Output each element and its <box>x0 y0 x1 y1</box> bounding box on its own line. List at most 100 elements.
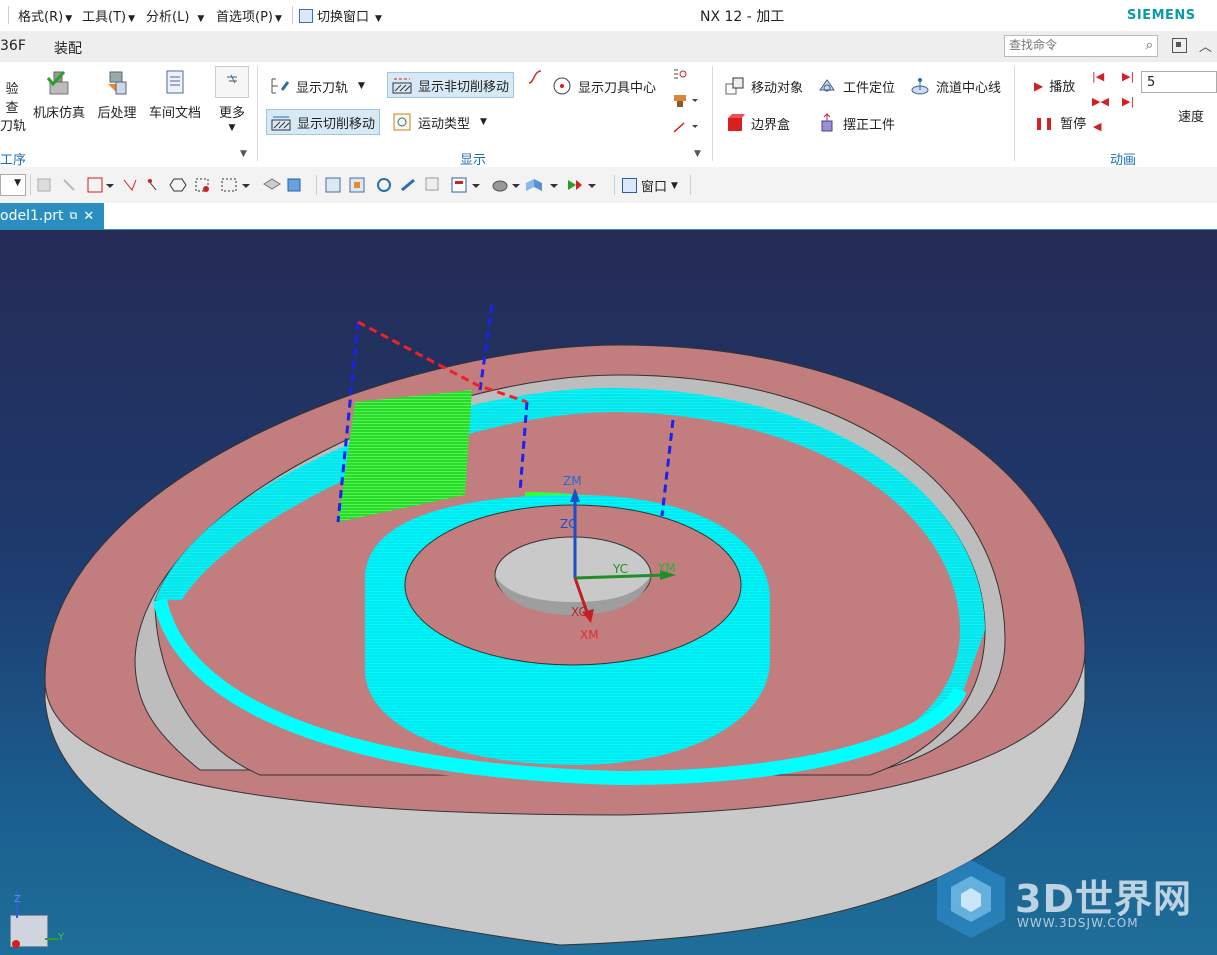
axis-label-ym: YM <box>658 561 676 575</box>
align-workpiece-button[interactable]: 摆正工件 <box>817 113 895 133</box>
bounding-box-label: 边界盒 <box>751 117 791 133</box>
group-label-operation: 工序 <box>0 153 27 168</box>
menu-switch-window[interactable]: 切换窗口 ▼ <box>299 6 382 25</box>
toolpath-display-icon <box>270 76 290 96</box>
menu-separator <box>8 6 9 24</box>
channel-centerline-button[interactable]: 流道中心线 <box>910 76 1001 96</box>
bounding-box-icon <box>725 113 745 133</box>
display-non-cut-button[interactable]: 显示非切削移动 <box>387 72 515 98</box>
reverse-icon[interactable]: ◀ <box>1093 120 1101 133</box>
machine-simulation-label: 机床仿真 <box>32 106 85 121</box>
title-menu-bar: 格式(R) ▼ 工具(T) ▼ 分析(L) ▼ 首选项(P) ▼ 切换窗口 ▼ NX 12… <box>0 0 1217 32</box>
speed-input[interactable]: 5 <box>1141 71 1217 93</box>
toolpath-button[interactable]: 刀轨 <box>0 115 26 134</box>
display-tool-center-label: 显示刀具中心 <box>578 80 657 96</box>
axis-label-zc: ZC <box>560 517 577 531</box>
motion-type-button[interactable]: 运动类型 ▼ <box>392 112 487 132</box>
more-button[interactable]: 更多 ▼ <box>212 66 252 133</box>
step-forward-icon[interactable]: ▶| <box>1122 70 1134 83</box>
non-cut-move-icon <box>392 75 412 95</box>
triad-y-axis <box>45 938 59 940</box>
selection-filter-dropdown[interactable]: ▼ <box>0 174 26 196</box>
rewind-icon[interactable]: ▶◀ <box>1092 95 1109 108</box>
shop-docs-icon <box>160 68 190 98</box>
display-cut-button[interactable]: 显示切削移动 <box>266 109 381 135</box>
menu-preferences[interactable]: 首选项(P) ▼ <box>216 6 282 25</box>
channel-centerline-label: 流道中心线 <box>936 80 1002 96</box>
bounding-box-button[interactable]: 边界盒 <box>725 113 790 133</box>
display-toolpath-button[interactable]: 显示刀轨 ▼ <box>270 76 365 96</box>
window-icon <box>622 178 637 193</box>
cut-direction-icon[interactable] <box>672 120 698 138</box>
cut-move-icon <box>271 112 291 132</box>
speed-label: 速度 <box>1178 110 1205 125</box>
search-icon[interactable]: ⌕ <box>1146 38 1153 53</box>
channel-centerline-icon <box>910 76 930 96</box>
menu-tools[interactable]: 工具(T) ▼ <box>82 6 135 25</box>
group-operation-expander-icon[interactable]: ▼ <box>240 149 247 159</box>
axis-label-xc: XC <box>571 605 587 619</box>
tool-holder-icon[interactable] <box>672 94 698 112</box>
window-icon <box>299 9 313 23</box>
pause-button[interactable]: ❚❚ 暂停 <box>1034 113 1086 133</box>
app-title: NX 12 - 加工 <box>700 9 785 25</box>
postprocess-label: 后处理 <box>97 106 137 121</box>
document-tab[interactable]: odel1.prt ⧉ ✕ <box>0 203 104 229</box>
axis-label-xm: XM <box>580 628 599 642</box>
play-button[interactable]: ▶ 播放 <box>1034 76 1075 96</box>
toolbar-separator <box>690 175 691 195</box>
tool-display-icon[interactable] <box>672 68 688 86</box>
watermark-logo <box>937 860 1005 938</box>
menu-preferences-label: 首选项(P) <box>216 10 273 25</box>
chevron-down-icon: ▼ <box>375 14 382 24</box>
ribbon-separator <box>257 66 258 161</box>
chevron-down-icon: ▼ <box>274 14 282 24</box>
document-tab-bar: odel1.prt ⧉ ✕ <box>0 203 1217 231</box>
motion-type-label: 运动类型 <box>418 116 471 132</box>
shop-docs-label: 车间文档 <box>148 106 201 121</box>
workpiece-position-icon <box>817 76 837 96</box>
group-display-expander-icon[interactable]: ▼ <box>694 149 701 159</box>
step-back-icon[interactable]: |◀ <box>1092 70 1104 83</box>
toolbar-separator <box>614 175 615 195</box>
pin-icon[interactable]: ⧉ <box>69 209 77 223</box>
more-icon <box>215 66 249 98</box>
display-cut-label: 显示切削移动 <box>297 116 376 132</box>
machine-simulation-button[interactable]: 机床仿真 <box>30 68 88 121</box>
window-menu-button[interactable]: 窗口 ▼ <box>622 176 678 195</box>
workpiece-position-button[interactable]: 工件定位 <box>817 76 895 96</box>
curve-icon[interactable] <box>526 68 544 90</box>
triad-z-label: Z <box>14 894 21 905</box>
search-input[interactable] <box>1005 36 1133 54</box>
view-tools-strip <box>325 177 596 193</box>
axis-label-zm: ZM <box>563 474 582 488</box>
fast-forward-icon[interactable]: ▶| <box>1122 95 1134 108</box>
postprocess-button[interactable]: 后处理 <box>94 68 140 121</box>
close-icon[interactable]: ✕ <box>83 209 94 224</box>
display-toolpath-label: 显示刀轨 <box>296 80 349 96</box>
selection-tools-strip <box>37 177 301 193</box>
display-tool-center-button[interactable]: 显示刀具中心 <box>552 76 656 96</box>
shop-docs-button[interactable]: 车间文档 <box>145 68 205 121</box>
collapse-ribbon-icon[interactable]: ︿ <box>1199 36 1212 55</box>
chevron-down-icon: ▼ <box>671 180 678 191</box>
window-menu-label: 窗口 <box>641 180 668 195</box>
menu-format[interactable]: 格式(R) ▼ <box>18 6 72 25</box>
graphics-viewport[interactable]: ZM ZC YC YM XC XM Z Y 3D世界网 WWW.3DSJW.CO… <box>0 230 1217 955</box>
toolbar-separator <box>316 175 317 195</box>
tab-assembly[interactable]: 装配 <box>54 38 82 58</box>
restore-window-icon[interactable] <box>1172 38 1187 53</box>
move-object-button[interactable]: 移动对象 <box>725 76 803 96</box>
menu-analysis-label: 分析(L) <box>146 10 190 25</box>
menu-tools-label: 工具(T) <box>82 10 127 25</box>
chevron-down-icon: ▼ <box>358 81 365 91</box>
tab-36f[interactable]: 36F <box>0 38 26 54</box>
move-object-label: 移动对象 <box>751 80 804 96</box>
check-button[interactable]: 验查 <box>0 78 24 116</box>
watermark-url: WWW.3DSJW.COM <box>1017 916 1139 930</box>
check-button-label: 验查 <box>5 82 19 116</box>
menu-analysis[interactable]: 分析(L) ▼ <box>146 6 204 25</box>
chevron-down-icon: ▼ <box>65 14 73 24</box>
toolpath-button-label: 刀轨 <box>0 119 27 134</box>
ribbon: 验查 刀轨 机床仿真 后处理 车间文档 更多 ▼ 工序 ▼ 显示刀轨 ▼ 显示非… <box>0 62 1217 168</box>
